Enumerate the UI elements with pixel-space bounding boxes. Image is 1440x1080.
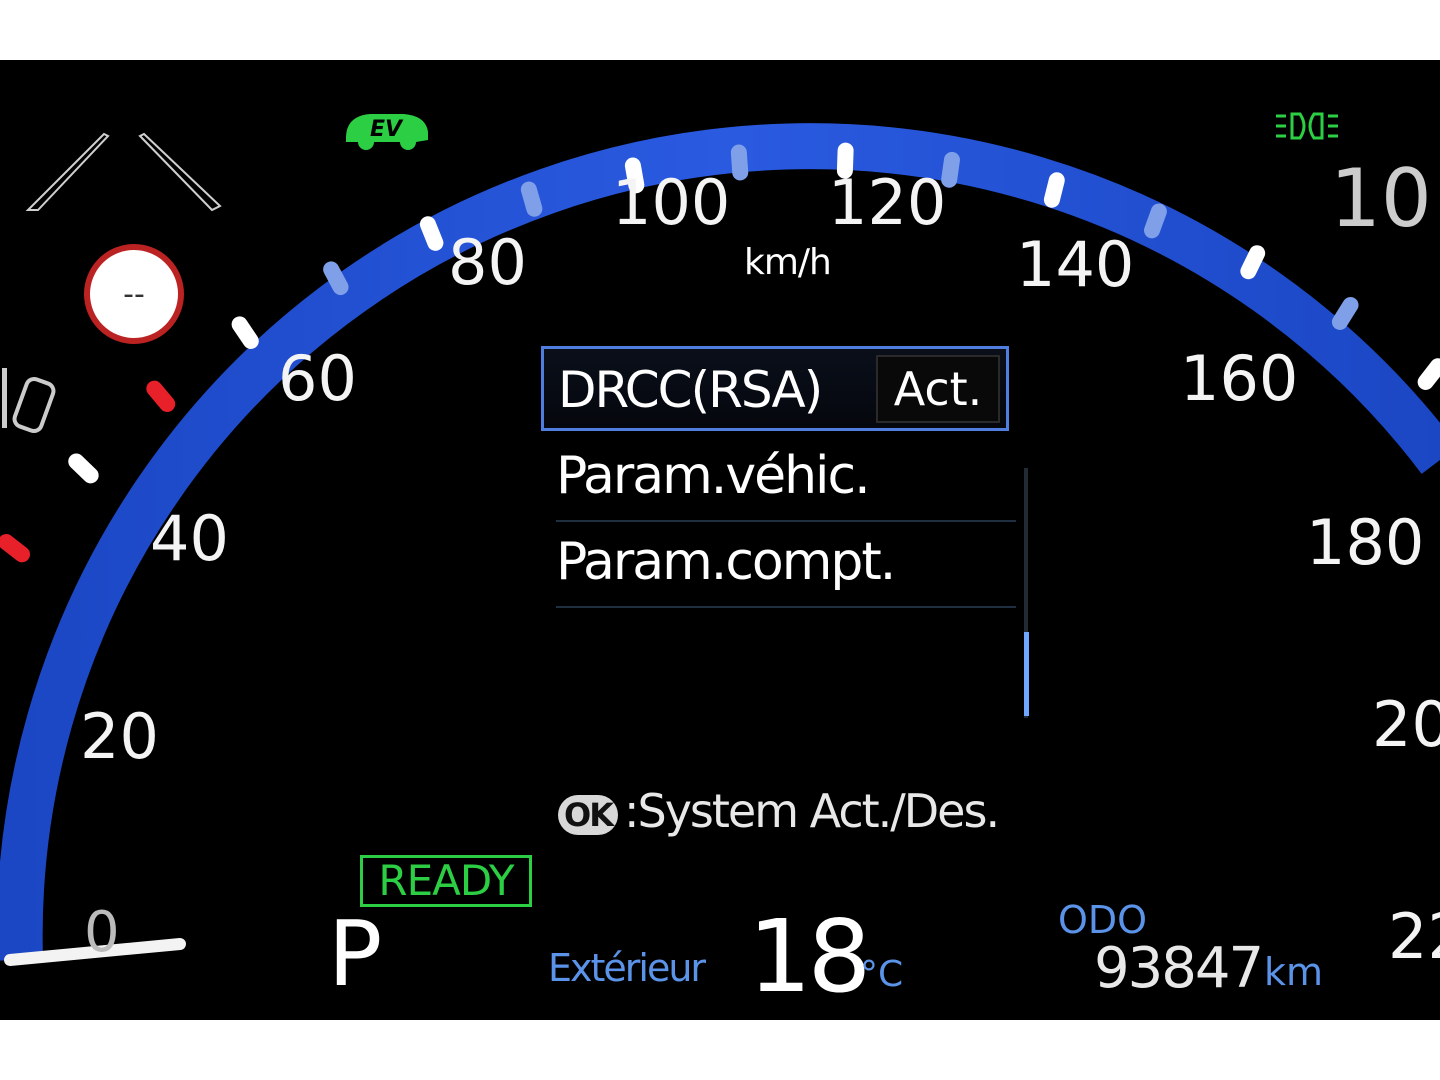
- ev-label: EV: [370, 117, 404, 142]
- speed-unit: km/h: [744, 242, 832, 283]
- ring-tick: [1417, 358, 1440, 390]
- speed-label-20: 20: [80, 700, 159, 773]
- odometer-unit: km: [1264, 950, 1324, 994]
- ok-hint: OK:System Act./Des.: [558, 784, 1000, 838]
- instrument-cluster-display: 0 20 40 60 80 100 120 140 160 180 10 20 …: [0, 60, 1440, 1020]
- speed-label-40: 40: [150, 502, 229, 575]
- odometer-value: 93847: [1094, 936, 1264, 1001]
- ring-tick: [0, 534, 30, 563]
- menu-item-drcc-label: DRCC(RSA): [558, 361, 823, 419]
- menu-scroll-thumb: [1024, 632, 1029, 716]
- speed-label-180: 180: [1306, 506, 1425, 579]
- exterior-temp-label: Extérieur: [548, 946, 706, 990]
- right-gauge-label-22: 22: [1388, 900, 1440, 973]
- speed-limit-value: --: [123, 276, 145, 312]
- speed-label-100: 100: [612, 166, 731, 239]
- speed-label-0: 0: [84, 900, 120, 965]
- exterior-temp-unit: °C: [860, 954, 904, 995]
- speed-label-140: 140: [1016, 228, 1135, 301]
- ring-tick: [68, 453, 99, 484]
- lane-assist-car-icon: [2, 368, 56, 434]
- gear-position: P: [328, 902, 383, 1007]
- ring-tick: [146, 380, 176, 412]
- speed-label-120: 120: [828, 166, 947, 239]
- ring-tick: [730, 144, 749, 181]
- speed-label-80: 80: [448, 226, 527, 299]
- speed-limit-sign-icon: --: [84, 244, 184, 344]
- drcc-state-toggle[interactable]: Act.: [876, 355, 1000, 423]
- ready-indicator: READY: [360, 855, 532, 907]
- menu-selected-item[interactable]: DRCC(RSA) Act.: [541, 346, 1009, 431]
- ok-hint-text: :System Act./Des.: [624, 784, 1000, 838]
- speed-label-60: 60: [278, 342, 357, 415]
- exterior-temp-value: 18: [748, 898, 871, 1015]
- speed-label-160: 160: [1180, 342, 1299, 415]
- ev-mode-icon: EV: [346, 114, 428, 150]
- right-gauge-label-20: 20: [1372, 688, 1440, 761]
- headlight-icon: [1276, 112, 1338, 140]
- lane-icon: [25, 132, 222, 212]
- right-gauge-label-10: 10: [1330, 152, 1432, 245]
- menu-item-meter-settings[interactable]: Param.compt.: [556, 524, 1016, 608]
- ok-button-icon: OK: [558, 794, 618, 835]
- menu-item-vehicle-settings[interactable]: Param.véhic.: [556, 438, 1016, 522]
